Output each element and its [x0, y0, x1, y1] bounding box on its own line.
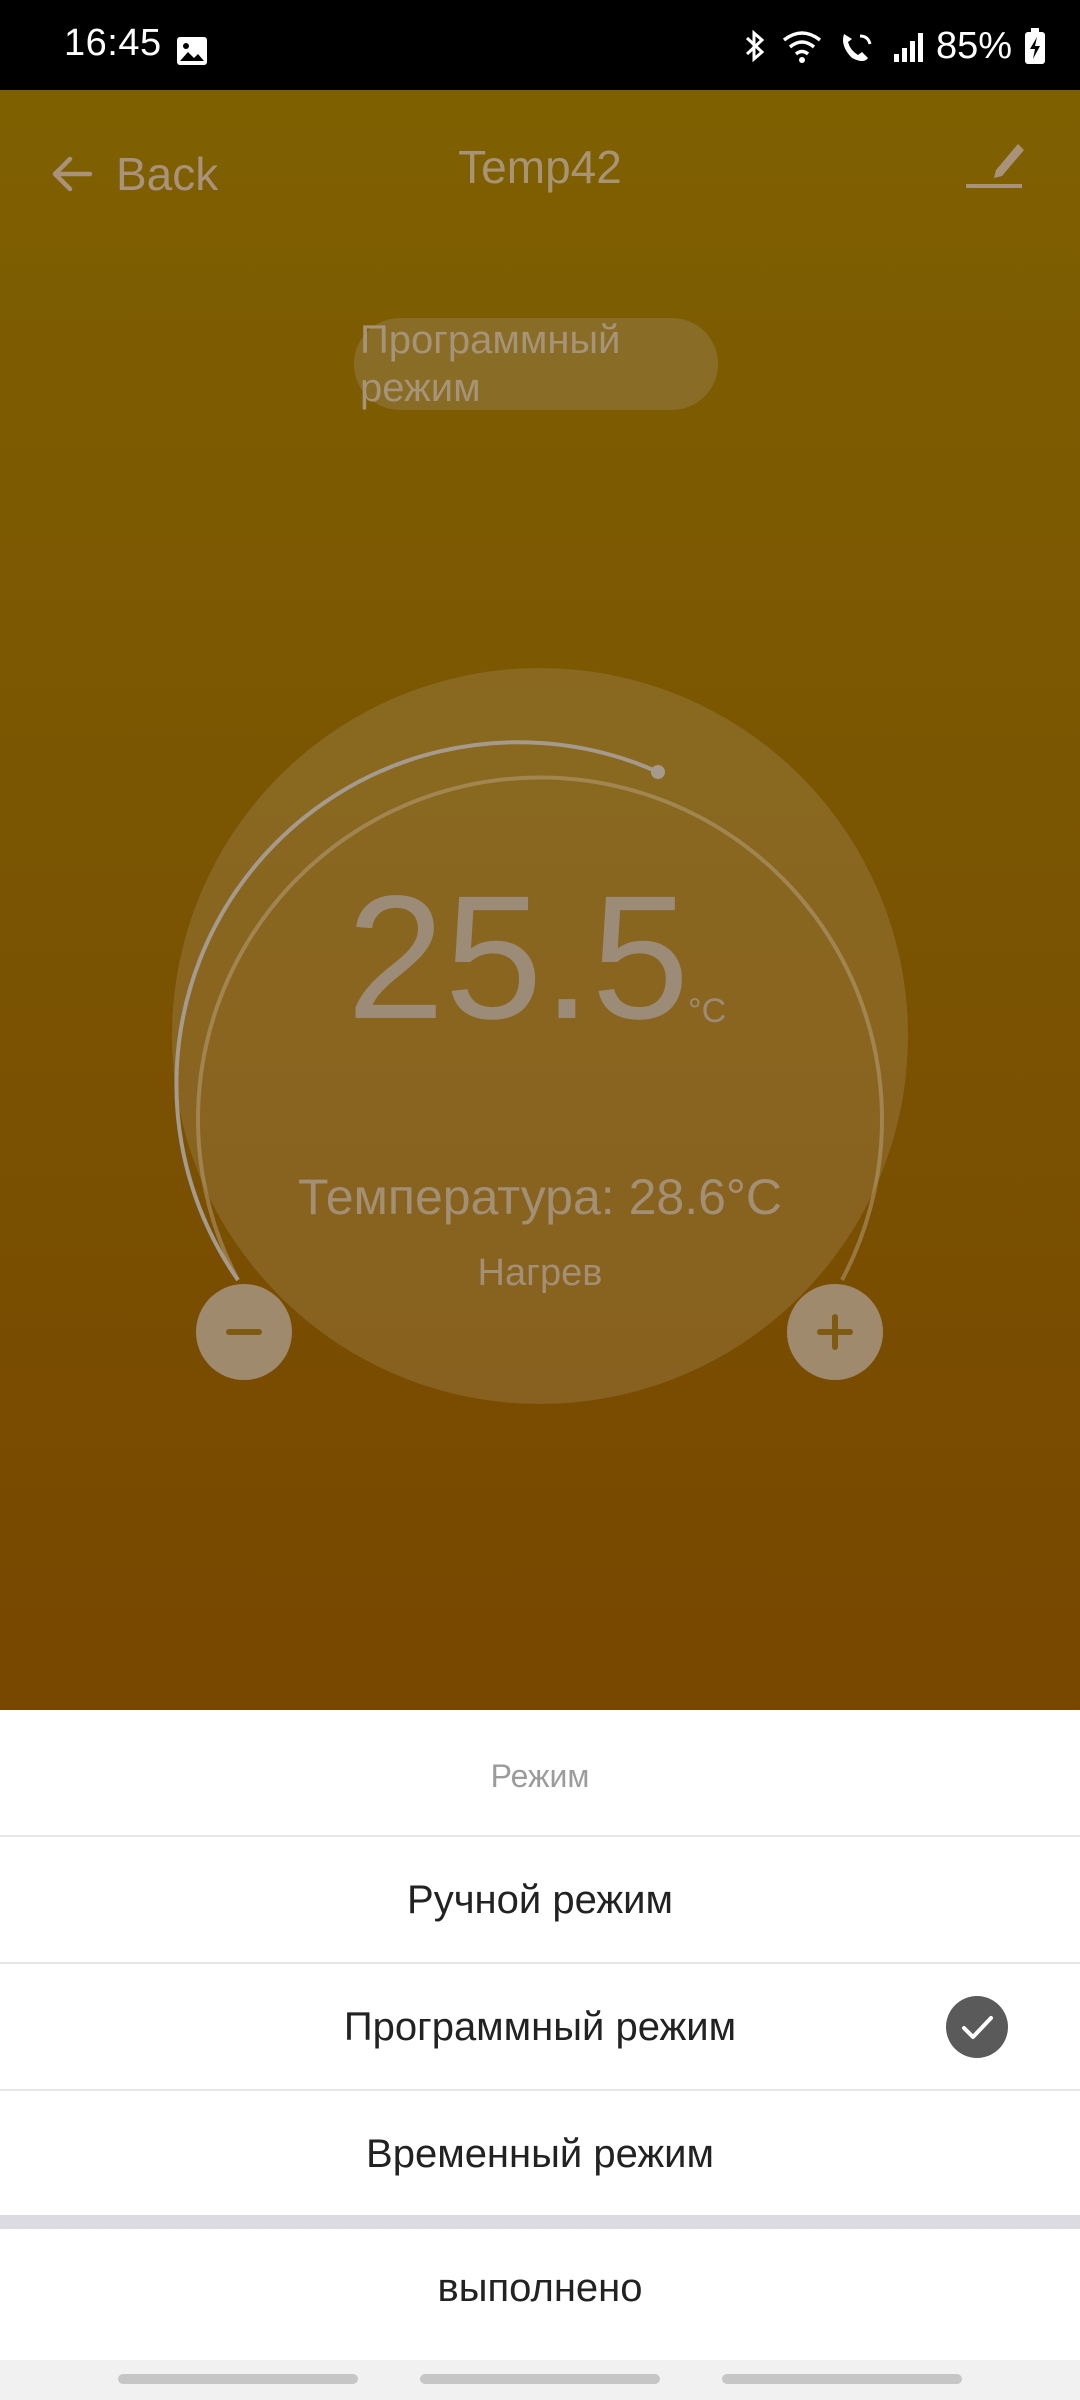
done-button[interactable]: выполнено	[0, 2229, 1080, 2347]
nav-handle[interactable]	[118, 2374, 358, 2384]
wifi-call-icon	[842, 34, 872, 61]
dial-handle[interactable]	[651, 765, 665, 779]
status-time: 16:45	[64, 22, 162, 64]
mode-option-label: Временный режим	[366, 2131, 714, 2176]
mode-option-manual[interactable]: Ручной режим	[0, 1837, 1080, 1963]
sheet-separator	[0, 2215, 1080, 2229]
mode-bottom-sheet: Режим Ручной режим Программный режим Вре…	[0, 1710, 1080, 2400]
mode-pill-label: Программный режим	[360, 318, 621, 410]
set-temperature-value: 25.5	[346, 860, 690, 1056]
mode-option-label: Программный режим	[343, 2004, 737, 2049]
thermostat-screen: Back Temp42 Программный режим 25.5 °C Те…	[0, 90, 1080, 1710]
minus-icon	[226, 1329, 262, 1335]
current-temperature: Температура: 28.6°C	[297, 1169, 783, 1225]
plus-icon	[817, 1314, 853, 1350]
mode-option-label: Ручной режим	[407, 1877, 673, 1922]
page-title: Temp42	[458, 141, 622, 193]
edit-pencil-icon[interactable]	[966, 136, 1028, 192]
photo-icon	[177, 37, 207, 65]
sheet-title: Режим	[490, 1758, 590, 1794]
heating-state: Нагрев	[477, 1252, 603, 1294]
mode-option-program[interactable]: Программный режим	[0, 1964, 1080, 2090]
done-label: выполнено	[437, 2265, 643, 2310]
nav-handle[interactable]	[722, 2374, 962, 2384]
battery-percentage: 85%	[935, 24, 1012, 67]
decrease-temperature-button[interactable]	[196, 1284, 292, 1380]
navigation-bar	[0, 2360, 1080, 2400]
nav-handle[interactable]	[420, 2374, 660, 2384]
battery-charging-icon	[1025, 28, 1045, 64]
mode-option-temporary[interactable]: Временный режим	[0, 2091, 1080, 2217]
temperature-unit: °C	[688, 992, 727, 1030]
checkmark-icon	[946, 1996, 1008, 2058]
set-temperature: 25.5	[0, 870, 1080, 1046]
bluetooth-icon	[745, 29, 765, 63]
status-bar: 16:45 85%	[0, 0, 1080, 90]
status-icons: 85%	[742, 24, 1046, 68]
wifi-icon	[782, 31, 822, 63]
increase-temperature-button[interactable]	[787, 1284, 883, 1380]
signal-icon	[893, 33, 923, 62]
